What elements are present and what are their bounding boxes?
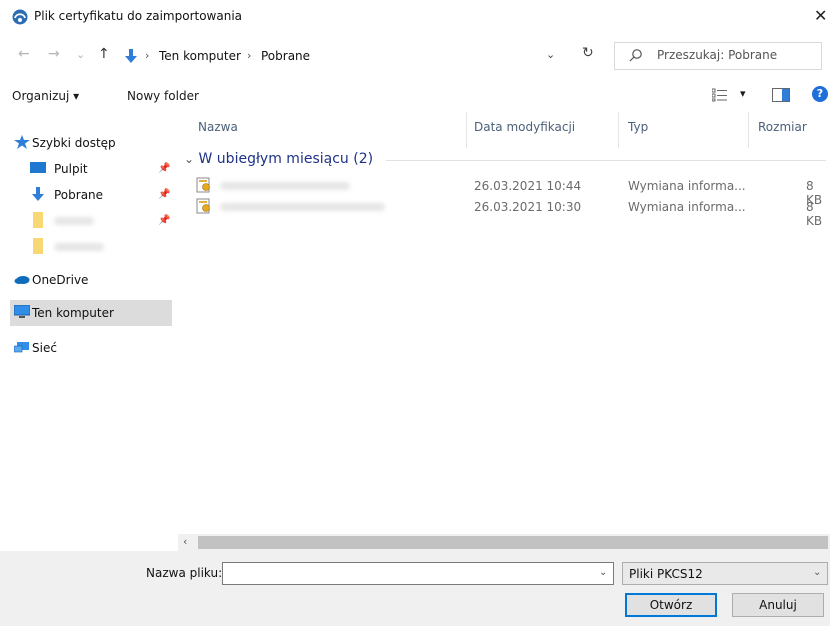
refresh-button[interactable]: ↻: [582, 45, 594, 61]
cancel-button[interactable]: Anuluj: [732, 593, 824, 617]
certificate-file-icon: [196, 198, 210, 214]
desktop-icon: [30, 162, 46, 173]
filetype-select[interactable]: Pliki PKCS12 ⌄: [622, 562, 828, 585]
organize-button[interactable]: Organizuj ▾: [12, 89, 79, 103]
column-header-date[interactable]: Data modyfikacji: [474, 120, 575, 134]
preview-pane-icon[interactable]: [772, 88, 790, 102]
filetype-value: Pliki PKCS12: [629, 567, 703, 581]
file-date: 26.03.2021 10:44: [474, 179, 582, 193]
blurred-file-name: [220, 182, 350, 190]
file-type: Wymiana informa...: [628, 179, 746, 193]
column-separator: [748, 112, 749, 148]
up-button[interactable]: ↑: [98, 46, 110, 62]
nav-item-label: Pobrane: [54, 188, 104, 202]
column-separator: [466, 112, 467, 148]
pin-icon: 📌: [158, 189, 171, 200]
address-row: ← → ⌄ ↑ › Ten komputer › Pobrane ⌄ ↻: [0, 42, 830, 70]
file-row[interactable]: 26.03.2021 10:30 Wymiana informa... 8 KB: [190, 197, 830, 228]
blurred-folder-name: [54, 217, 94, 225]
back-button[interactable]: ←: [18, 46, 30, 62]
chevron-down-icon[interactable]: ⌄: [599, 567, 607, 578]
group-chevron-icon: ⌄: [184, 152, 195, 166]
column-separator: [618, 112, 619, 148]
downloads-arrow-icon: [32, 187, 44, 201]
title-bar: Plik certyfikatu do zaimportowania ✕: [0, 0, 830, 34]
scroll-left-button[interactable]: ‹: [183, 535, 187, 548]
window-title: Plik certyfikatu do zaimportowania: [34, 9, 243, 23]
breadcrumb-separator: ›: [145, 49, 150, 62]
help-button[interactable]: ?: [812, 86, 828, 102]
horizontal-scrollbar[interactable]: ‹: [178, 534, 830, 551]
nav-item-quick-access[interactable]: Szybki dostęp: [10, 130, 172, 156]
column-header-type[interactable]: Typ: [628, 120, 648, 134]
pin-icon: 📌: [158, 163, 171, 174]
group-header[interactable]: ⌄ W ubiegłym miesiącu (2): [184, 151, 373, 167]
new-folder-button[interactable]: Nowy folder: [127, 89, 199, 103]
view-options-icon[interactable]: [712, 88, 728, 102]
file-size: 8 KB: [806, 200, 823, 228]
blurred-file-name: [220, 203, 385, 211]
address-bar[interactable]: › Ten komputer › Pobrane ⌄: [120, 42, 603, 70]
recent-locations-button[interactable]: ⌄: [76, 48, 85, 61]
bottom-panel: Nazwa pliku: ⌄ Pliki PKCS12 ⌄ Otwórz Anu…: [0, 551, 830, 626]
group-divider: [386, 160, 826, 161]
pin-icon: 📌: [158, 215, 171, 226]
downloads-arrow-icon: [125, 49, 137, 63]
filename-input[interactable]: [227, 566, 587, 580]
folder-icon: [33, 212, 43, 228]
nav-item-network[interactable]: Sieć: [10, 335, 172, 361]
toolbar: Organizuj ▾ Nowy folder ▾ ?: [0, 80, 830, 110]
nav-item-label: OneDrive: [32, 273, 89, 287]
close-button[interactable]: ✕: [814, 6, 827, 25]
view-dropdown-button[interactable]: ▾: [740, 87, 746, 100]
nav-item-downloads[interactable]: Pobrane 📌: [10, 182, 172, 208]
nav-item-folder[interactable]: [10, 234, 172, 260]
column-header-name[interactable]: Nazwa: [198, 120, 238, 134]
group-label: W ubiegłym miesiącu (2): [198, 151, 374, 167]
search-input[interactable]: [657, 48, 817, 62]
search-box[interactable]: [614, 42, 822, 70]
address-dropdown-button[interactable]: ⌄: [546, 48, 555, 61]
folder-icon: [33, 238, 43, 254]
file-date: 26.03.2021 10:30: [474, 200, 582, 214]
file-list: Nazwa Data modyfikacji Typ Rozmiar ⌄ W u…: [178, 110, 830, 534]
network-icon: [14, 342, 29, 353]
certificate-file-icon: [196, 177, 210, 193]
filename-label: Nazwa pliku:: [146, 566, 223, 580]
scrollbar-thumb[interactable]: [198, 536, 828, 549]
column-header-size[interactable]: Rozmiar: [758, 120, 807, 134]
certificate-app-icon: [12, 9, 28, 25]
nav-item-folder[interactable]: 📌: [10, 208, 172, 234]
breadcrumb-separator: ›: [247, 49, 252, 62]
breadcrumb-this-pc[interactable]: Ten komputer: [159, 49, 241, 63]
cloud-icon: [14, 276, 30, 284]
search-icon: [629, 49, 642, 62]
open-button[interactable]: Otwórz: [625, 593, 717, 617]
navigation-pane: Szybki dostęp Pulpit 📌 Pobrane 📌 📌 OneDr…: [0, 112, 178, 550]
blurred-folder-name: [54, 243, 104, 251]
nav-item-onedrive[interactable]: OneDrive: [10, 267, 172, 293]
star-icon: [14, 135, 30, 149]
nav-item-label: Pulpit: [54, 162, 88, 176]
file-type: Wymiana informa...: [628, 200, 746, 214]
nav-item-label: Szybki dostęp: [32, 136, 116, 150]
chevron-down-icon: ⌄: [813, 567, 822, 578]
nav-item-label: Sieć: [32, 341, 57, 355]
filename-combobox[interactable]: ⌄: [222, 562, 614, 585]
breadcrumb-downloads[interactable]: Pobrane: [261, 49, 310, 63]
computer-icon: [14, 305, 30, 318]
file-row[interactable]: 26.03.2021 10:44 Wymiana informa... 8 KB: [190, 176, 830, 207]
nav-item-this-pc[interactable]: Ten komputer: [10, 300, 172, 326]
forward-button[interactable]: →: [48, 46, 60, 62]
nav-item-desktop[interactable]: Pulpit 📌: [10, 156, 172, 182]
nav-item-label: Ten komputer: [32, 306, 114, 320]
